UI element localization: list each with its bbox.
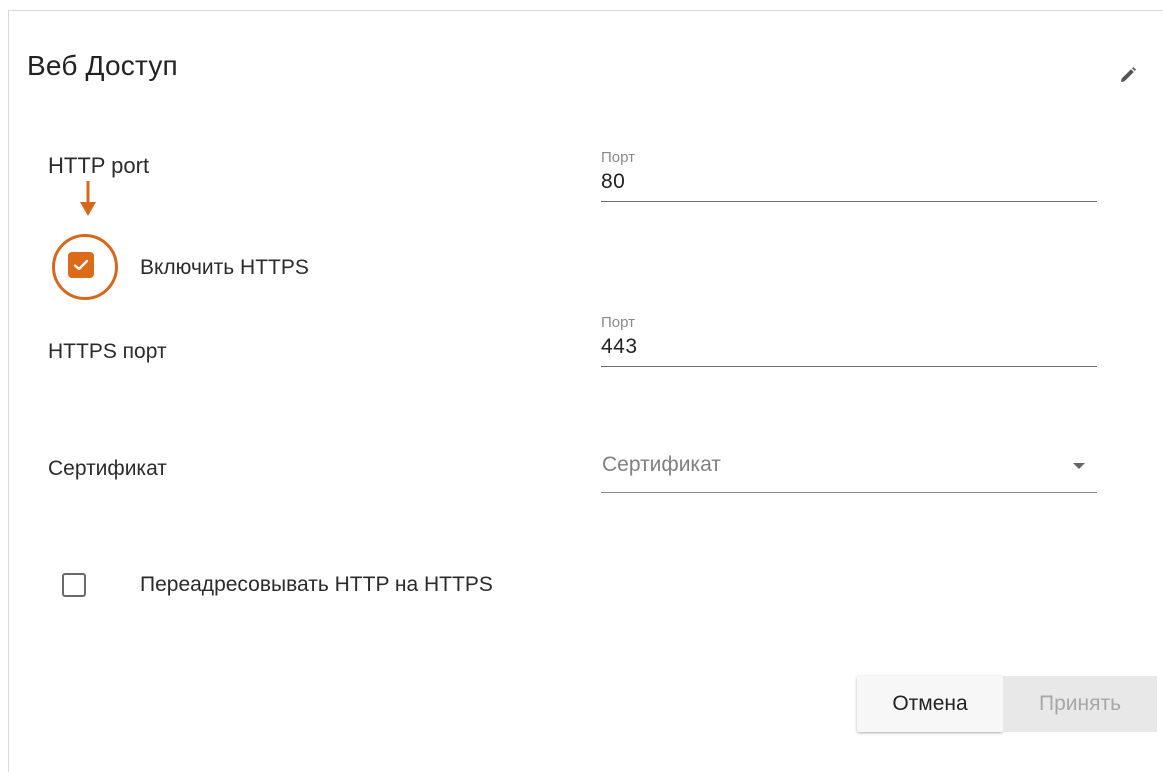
dropdown-arrow-icon: [1073, 463, 1085, 469]
redirect-http-checkbox[interactable]: [62, 573, 86, 597]
https-port-label: HTTPS порт: [48, 340, 167, 363]
http-port-label: HTTP port: [48, 153, 150, 178]
web-access-dialog: [8, 10, 1163, 772]
apply-button[interactable]: Принять: [1003, 676, 1157, 732]
http-port-input[interactable]: [601, 167, 1097, 197]
certificate-select[interactable]: Сертификат: [601, 445, 1097, 493]
certificate-placeholder: Сертификат: [602, 453, 721, 476]
pencil-icon[interactable]: [1110, 57, 1146, 93]
annotation-arrow-icon: [80, 181, 96, 216]
certificate-underline: [601, 492, 1097, 493]
checkmark-icon: [73, 259, 89, 271]
https-port-field: Порт: [601, 314, 1097, 367]
redirect-http-label[interactable]: Переадресовывать HTTP на HTTPS: [140, 573, 493, 597]
https-port-underline: [601, 366, 1097, 367]
http-port-underline: [601, 201, 1097, 202]
enable-https-label[interactable]: Включить HTTPS: [140, 256, 309, 280]
http-port-field-label: Порт: [601, 149, 636, 166]
cancel-button[interactable]: Отмена: [857, 676, 1003, 732]
https-port-input[interactable]: [601, 332, 1097, 362]
certificate-label: Сертификат: [48, 457, 167, 480]
enable-https-checkbox[interactable]: [68, 252, 94, 278]
http-port-field: Порт: [601, 149, 1097, 202]
https-port-field-label: Порт: [601, 314, 636, 331]
dialog-title: Веб Доступ: [27, 50, 178, 81]
